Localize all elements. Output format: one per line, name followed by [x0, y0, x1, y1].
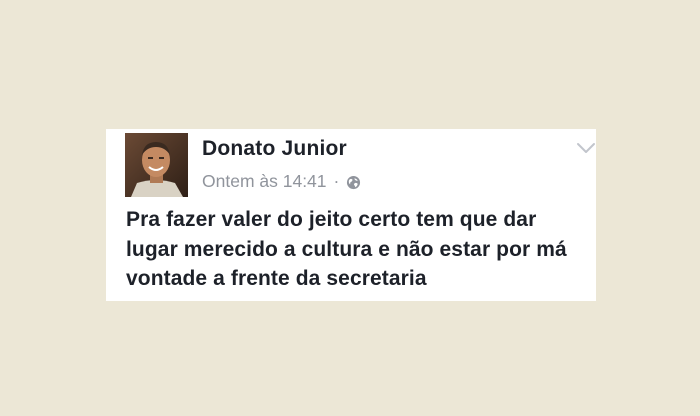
author-name[interactable]: Donato Junior [202, 137, 347, 161]
avatar-photo [125, 133, 188, 197]
post-timestamp[interactable]: Ontem às 14:41 [202, 171, 327, 192]
post-text: Pra fazer valer do jeito certo tem que d… [126, 208, 567, 290]
avatar[interactable] [125, 133, 188, 197]
globe-icon[interactable] [346, 174, 361, 190]
chevron-down-icon[interactable] [576, 141, 596, 155]
post-card: Donato Junior Ontem às 14:41 · Pra fazer… [106, 129, 596, 301]
meta-separator: · [333, 171, 340, 191]
post-meta: Ontem às 14:41 · [202, 171, 361, 192]
